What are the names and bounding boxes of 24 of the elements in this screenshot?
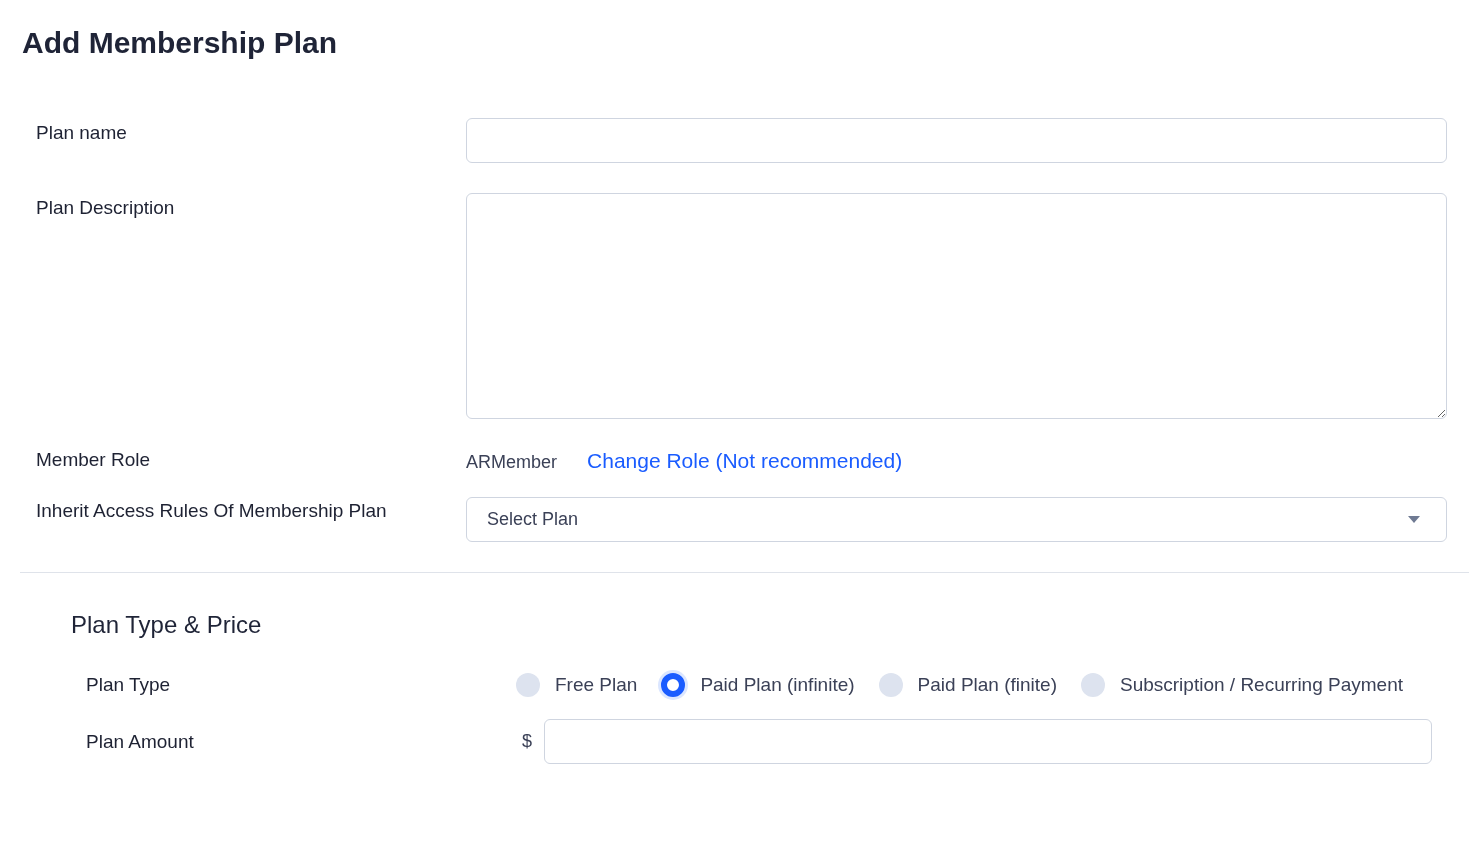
plan-type-radio[interactable]: Free Plan <box>516 673 638 697</box>
field-label: Plan Type <box>86 674 172 696</box>
field-label: Plan Amount <box>86 730 195 753</box>
radio-circle[interactable] <box>878 673 903 697</box>
role-value: ARMember <box>466 452 558 473</box>
radio-circle[interactable] <box>516 673 540 697</box>
field-label: Member Role <box>36 449 152 472</box>
plan-name-field[interactable] <box>466 118 1447 163</box>
currency-symbol: $ <box>522 731 533 752</box>
caret-icon <box>1408 516 1420 523</box>
page-title: Add Membership Plan <box>22 25 339 61</box>
plan-select[interactable]: Select Plan <box>466 497 1447 542</box>
field-label: Plan name <box>36 121 128 145</box>
radio-circle[interactable] <box>1081 673 1105 697</box>
plan-type-radio[interactable]: Paid Plan (infinite) <box>661 673 855 697</box>
field-label: Inherit Access Rules Of Membership Plan <box>36 499 388 523</box>
change-role-link[interactable]: Change Role (Not recommended) <box>587 449 903 473</box>
plan-description-field[interactable] <box>466 193 1447 419</box>
section-title: Plan Type & Price <box>71 611 263 639</box>
radio-circle[interactable] <box>661 673 686 697</box>
plan-type-radio[interactable]: Paid Plan (finite) <box>878 673 1057 697</box>
plan-amount-field[interactable] <box>544 719 1432 764</box>
field-label: Plan Description <box>36 196 176 220</box>
plan-type-radio[interactable]: Subscription / Recurring Payment <box>1081 673 1403 697</box>
